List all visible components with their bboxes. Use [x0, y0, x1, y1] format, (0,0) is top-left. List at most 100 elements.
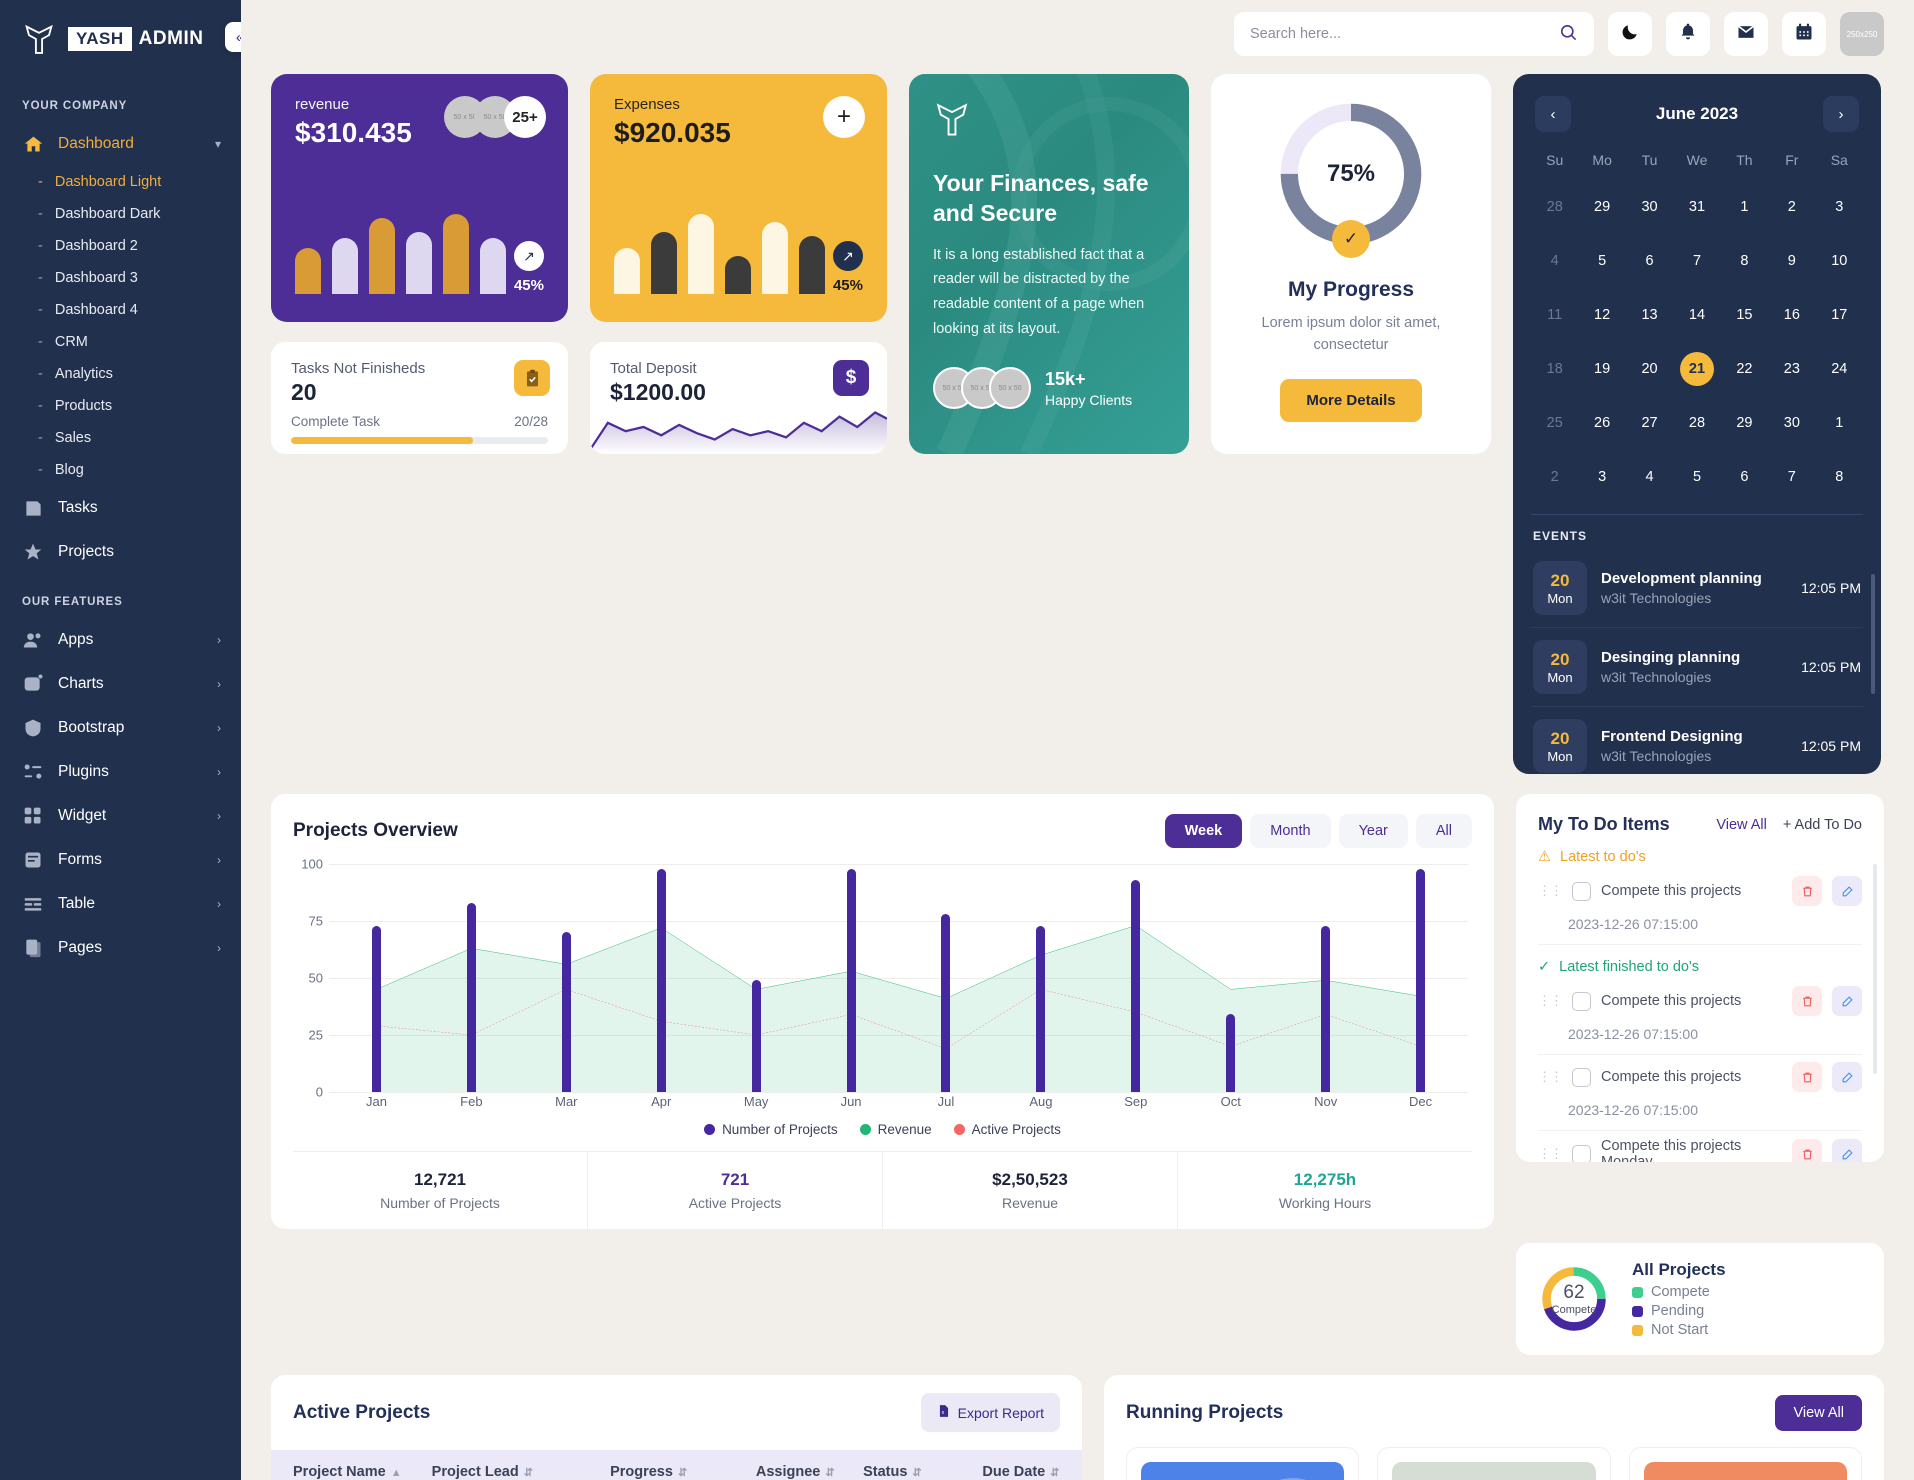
calendar-day[interactable]: 5	[1673, 450, 1720, 504]
calendar-day[interactable]: 3	[1578, 450, 1625, 504]
calendar-day[interactable]: 23	[1768, 342, 1815, 396]
calendar-day[interactable]: 19	[1578, 342, 1625, 396]
calendar-day[interactable]: 13	[1626, 288, 1673, 342]
todo-item[interactable]: ⋮⋮ Compete this projects Monday	[1538, 1131, 1862, 1162]
user-avatar[interactable]: 250x250	[1840, 12, 1884, 56]
calendar-day[interactable]: 20	[1626, 342, 1673, 396]
todo-item[interactable]: ⋮⋮ Compete this projects	[1538, 979, 1862, 1023]
calendar-day[interactable]: 3	[1816, 180, 1863, 234]
calendar-day[interactable]: 7	[1673, 234, 1720, 288]
event-row[interactable]: 20 Mon Development planning w3it Technologi…	[1531, 549, 1863, 628]
todo-scrollbar[interactable]	[1873, 864, 1877, 1074]
tab-all[interactable]: All	[1415, 814, 1472, 848]
sidebar-item-projects[interactable]: Projects	[0, 530, 241, 574]
calendar-day[interactable]: 5	[1578, 234, 1625, 288]
calendar-day[interactable]: 22	[1721, 342, 1768, 396]
tab-month[interactable]: Month	[1250, 814, 1331, 848]
todo-checkbox[interactable]	[1572, 991, 1591, 1011]
search-icon[interactable]	[1559, 23, 1578, 46]
table-column-project-name[interactable]: Project Name ▲	[271, 1450, 422, 1480]
calendar-next-button[interactable]: ›	[1822, 96, 1859, 132]
todo-delete-button[interactable]	[1792, 986, 1822, 1016]
calendar-day[interactable]: 6	[1721, 450, 1768, 504]
notifications-button[interactable]	[1666, 12, 1710, 56]
todo-item[interactable]: ⋮⋮ Compete this projects	[1538, 1055, 1862, 1099]
table-column-due-date[interactable]: Due Date ⇵	[972, 1450, 1082, 1480]
todo-checkbox[interactable]	[1572, 1144, 1591, 1162]
drag-handle-icon[interactable]: ⋮⋮	[1538, 994, 1563, 1008]
calendar-day[interactable]: 10	[1816, 234, 1863, 288]
todo-delete-button[interactable]	[1792, 1062, 1822, 1092]
calendar-day[interactable]: 18	[1531, 342, 1578, 396]
calendar-day[interactable]: 15	[1721, 288, 1768, 342]
todo-item[interactable]: ⋮⋮ Compete this projects	[1538, 869, 1862, 913]
drag-handle-icon[interactable]: ⋮⋮	[1538, 1147, 1563, 1161]
sidebar-subitem-crm[interactable]: - CRM	[0, 326, 241, 358]
more-details-button[interactable]: More Details	[1280, 378, 1422, 422]
running-view-all-button[interactable]: View All	[1775, 1395, 1862, 1431]
calendar-day[interactable]: 17	[1816, 288, 1863, 342]
sidebar-collapse-button[interactable]: «	[225, 22, 241, 52]
running-project-card[interactable]: Development planning50x5050x5050x5050x50…	[1126, 1447, 1360, 1480]
sidebar-item-bootstrap[interactable]: Bootstrap ›	[0, 706, 241, 750]
todo-delete-button[interactable]	[1792, 1139, 1822, 1162]
calendar-day[interactable]: 25	[1531, 396, 1578, 450]
calendar-day[interactable]: 28	[1531, 180, 1578, 234]
sidebar-subitem-sales[interactable]: - Sales	[0, 422, 241, 454]
events-scrollbar[interactable]	[1871, 574, 1875, 694]
search-box[interactable]	[1234, 12, 1594, 56]
sidebar-subitem-dashboard-2[interactable]: - Dashboard 2	[0, 230, 241, 262]
sidebar-subitem-blog[interactable]: - Blog	[0, 454, 241, 486]
calendar-day[interactable]: 2	[1768, 180, 1815, 234]
legend-item[interactable]: Revenue	[859, 1122, 932, 1137]
calendar-day[interactable]: 1	[1816, 396, 1863, 450]
sidebar-item-dashboard[interactable]: Dashboard ▾	[0, 122, 241, 166]
sidebar-subitem-dashboard-dark[interactable]: - Dashboard Dark	[0, 198, 241, 230]
sidebar-subitem-dashboard-3[interactable]: - Dashboard 3	[0, 262, 241, 294]
todo-delete-button[interactable]	[1792, 876, 1822, 906]
calendar-day[interactable]: 11	[1531, 288, 1578, 342]
table-column-status[interactable]: Status ⇵	[853, 1450, 972, 1480]
event-row[interactable]: 20 Mon Frontend Designing w3it Technologies…	[1531, 707, 1863, 774]
drag-handle-icon[interactable]: ⋮⋮	[1538, 1070, 1563, 1084]
sidebar-item-pages[interactable]: Pages ›	[0, 926, 241, 970]
calendar-day[interactable]: 27	[1626, 396, 1673, 450]
calendar-day[interactable]: 1	[1721, 180, 1768, 234]
drag-handle-icon[interactable]: ⋮⋮	[1538, 884, 1563, 898]
add-expense-button[interactable]: +	[823, 96, 865, 138]
calendar-day[interactable]: 7	[1768, 450, 1815, 504]
calendar-day[interactable]: 4	[1531, 234, 1578, 288]
messages-button[interactable]	[1724, 12, 1768, 56]
running-project-card[interactable]: Frontend Designing50x5050x5050x5050x5021…	[1628, 1447, 1862, 1480]
sidebar-subitem-products[interactable]: - Products	[0, 390, 241, 422]
running-project-card[interactable]: Desinging planning50x5050x5050x5050x5021…	[1377, 1447, 1611, 1480]
table-column-project-lead[interactable]: Project Lead ⇵	[422, 1450, 600, 1480]
calendar-day[interactable]: 26	[1578, 396, 1625, 450]
calendar-day[interactable]: 29	[1721, 396, 1768, 450]
event-row[interactable]: 20 Mon Desinging planning w3it Technologies…	[1531, 628, 1863, 707]
calendar-day[interactable]: 12	[1578, 288, 1625, 342]
sidebar-subitem-dashboard-light[interactable]: - Dashboard Light	[0, 166, 241, 198]
sidebar-subitem-dashboard-4[interactable]: - Dashboard 4	[0, 294, 241, 326]
todo-view-all-link[interactable]: View All	[1716, 817, 1767, 833]
sidebar-item-tasks[interactable]: Tasks	[0, 486, 241, 530]
calendar-day[interactable]: 24	[1816, 342, 1863, 396]
export-report-button[interactable]: x Export Report	[920, 1393, 1060, 1432]
sidebar-item-plugins[interactable]: Plugins ›	[0, 750, 241, 794]
todo-edit-button[interactable]	[1832, 1062, 1862, 1092]
sidebar-item-apps[interactable]: Apps ›	[0, 618, 241, 662]
calendar-day[interactable]: 28	[1673, 396, 1720, 450]
todo-edit-button[interactable]	[1832, 876, 1862, 906]
calendar-day[interactable]: 31	[1673, 180, 1720, 234]
calendar-day[interactable]: 30	[1768, 396, 1815, 450]
sidebar-item-table[interactable]: Table ›	[0, 882, 241, 926]
legend-item[interactable]: Number of Projects	[704, 1122, 838, 1137]
sidebar-item-charts[interactable]: Charts ›	[0, 662, 241, 706]
legend-item[interactable]: Active Projects	[953, 1122, 1061, 1137]
todo-add-link[interactable]: + Add To Do	[1783, 817, 1862, 833]
table-column-progress[interactable]: Progress ⇵	[600, 1450, 746, 1480]
sidebar-subitem-analytics[interactable]: - Analytics	[0, 358, 241, 390]
todo-checkbox[interactable]	[1572, 881, 1591, 901]
table-column-assignee[interactable]: Assignee ⇵	[746, 1450, 853, 1480]
search-input[interactable]	[1250, 26, 1551, 42]
